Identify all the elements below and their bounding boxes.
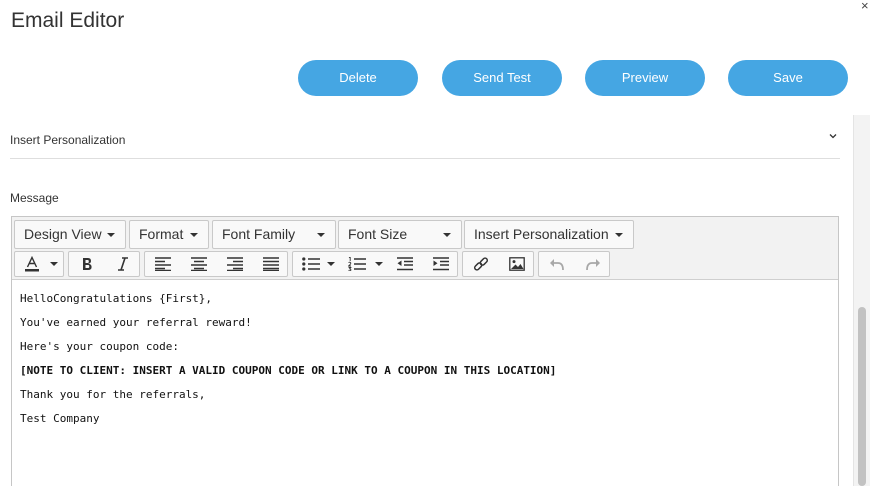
font-size-dropdown[interactable]: Font Size: [338, 220, 462, 249]
undo-icon: [550, 259, 564, 271]
content-line: You've earned your referral reward!: [20, 316, 252, 329]
message-label: Message: [10, 191, 59, 205]
align-left-icon: [155, 257, 171, 271]
content-line: Test Company: [20, 412, 100, 425]
caret-down-icon: [107, 233, 115, 237]
send-test-button[interactable]: Send Test: [442, 60, 562, 96]
redo-button[interactable]: [575, 252, 611, 276]
caret-down-icon: [615, 233, 623, 237]
chevron-down-icon[interactable]: [828, 131, 838, 141]
content-line: Thank you for the referrals,: [20, 388, 206, 401]
font-color-icon: [25, 256, 39, 272]
page-scrollbar[interactable]: [853, 115, 870, 486]
numbered-list-icon: [348, 257, 366, 271]
align-left-button[interactable]: [145, 252, 181, 276]
justify-button[interactable]: [253, 252, 289, 276]
insert-personalization-label: Insert Personalization: [10, 133, 126, 147]
insert-personalization-dropdown-label: Insert Personalization: [474, 226, 609, 242]
preview-button[interactable]: Preview: [585, 60, 705, 96]
image-button[interactable]: [499, 252, 535, 276]
caret-down-icon: [317, 233, 325, 237]
caret-down-icon: [190, 233, 198, 237]
align-right-button[interactable]: [217, 252, 253, 276]
font-family-dropdown[interactable]: Font Family: [212, 220, 336, 249]
save-button[interactable]: Save: [728, 60, 848, 96]
content-line: HelloCongratulations {First},: [20, 292, 213, 305]
font-color-group: [14, 251, 64, 277]
editor-toolbar: Design View Format Font Family Font Size…: [12, 217, 838, 280]
content-line: Here's your coupon code:: [20, 340, 179, 353]
indent-icon: [433, 257, 449, 271]
italic-button[interactable]: [105, 252, 141, 276]
list-indent-group: [292, 251, 458, 277]
redo-icon: [586, 259, 600, 271]
history-group: [538, 251, 610, 277]
outdent-button[interactable]: [387, 252, 423, 276]
insert-personalization-panel[interactable]: Insert Personalization: [10, 122, 840, 159]
format-dropdown[interactable]: Format: [129, 220, 209, 249]
format-label: Format: [139, 226, 184, 242]
bullet-list-caret-icon[interactable]: [327, 262, 335, 266]
font-family-label: Font Family: [222, 226, 296, 242]
font-color-button[interactable]: [15, 252, 49, 276]
editor-content-area[interactable]: HelloCongratulations {First}, You've ear…: [20, 292, 830, 436]
link-icon: [473, 257, 489, 271]
bold-button[interactable]: [69, 252, 105, 276]
align-center-button[interactable]: [181, 252, 217, 276]
undo-button[interactable]: [539, 252, 575, 276]
email-editor-page: Email Editor × Delete Send Test Preview …: [0, 0, 876, 486]
alignment-group: [144, 251, 288, 277]
scrollbar-thumb[interactable]: [858, 307, 866, 486]
insert-personalization-dropdown[interactable]: Insert Personalization: [464, 220, 634, 249]
bullet-list-icon: [302, 257, 320, 271]
delete-button[interactable]: Delete: [298, 60, 418, 96]
font-size-label: Font Size: [348, 226, 408, 242]
indent-button[interactable]: [423, 252, 459, 276]
content-line-note: [NOTE TO CLIENT: INSERT A VALID COUPON C…: [20, 364, 557, 377]
image-icon: [509, 257, 525, 271]
message-editor: Design View Format Font Family Font Size…: [11, 216, 839, 486]
italic-icon: [118, 257, 128, 271]
font-color-caret-icon[interactable]: [50, 262, 58, 266]
insert-media-group: [462, 251, 534, 277]
numbered-list-button[interactable]: [339, 252, 375, 276]
design-view-label: Design View: [24, 226, 102, 242]
align-right-icon: [227, 257, 243, 271]
justify-icon: [263, 257, 279, 271]
bullet-list-button[interactable]: [293, 252, 329, 276]
caret-down-icon: [443, 233, 451, 237]
page-title: Email Editor: [11, 9, 125, 32]
design-view-dropdown[interactable]: Design View: [14, 220, 126, 249]
close-icon[interactable]: ×: [861, 0, 869, 12]
bold-italic-group: [68, 251, 140, 277]
numbered-list-caret-icon[interactable]: [375, 262, 383, 266]
bold-icon: [83, 258, 92, 270]
outdent-icon: [397, 257, 413, 271]
link-button[interactable]: [463, 252, 499, 276]
align-center-icon: [191, 257, 207, 271]
